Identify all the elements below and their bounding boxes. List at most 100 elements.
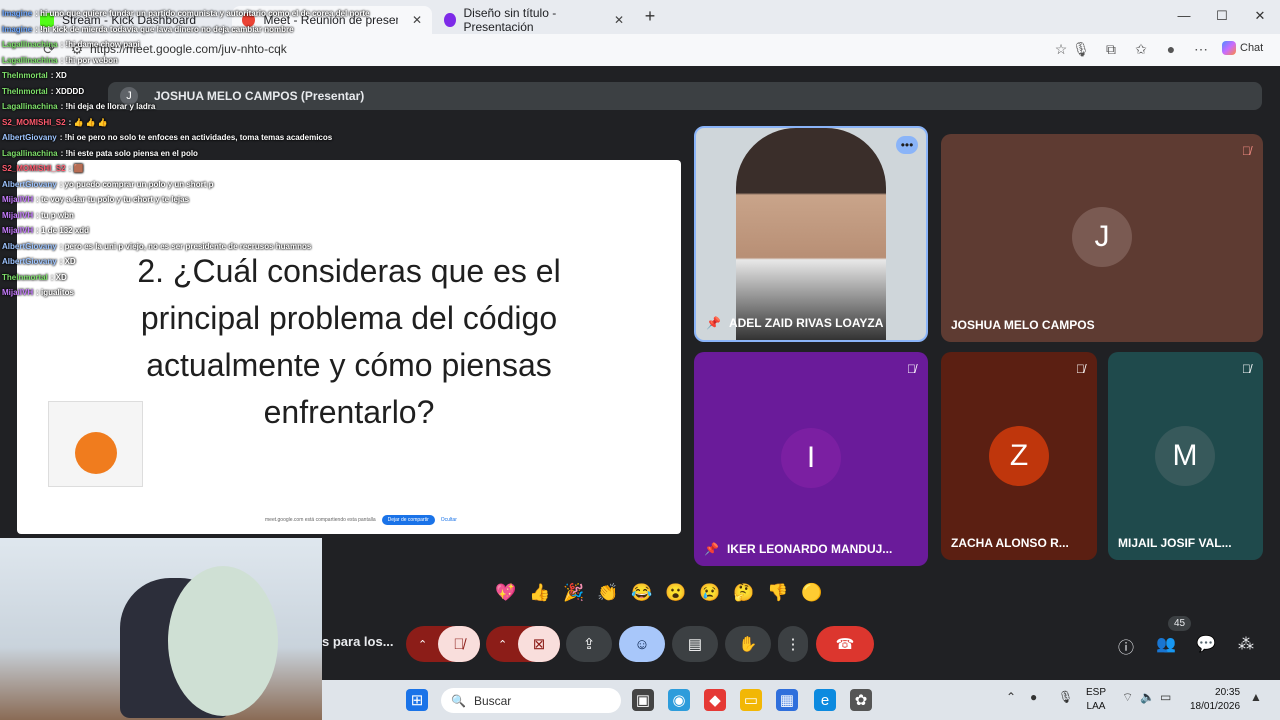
chat-username[interactable]: Imagine [2,25,32,34]
chat-username[interactable]: AlbertGiovany [2,257,57,266]
chat-username[interactable]: TheInmortal [2,273,48,282]
participant-tile-adel[interactable]: ••• 📌 ADEL ZAID RIVAS LOAYZA [694,126,928,342]
store-icon[interactable]: ▦ [776,689,798,711]
new-tab-button[interactable]: + [640,6,660,27]
maximize-button[interactable]: ☐ [1211,8,1233,24]
tile-name-row: JOSHUA MELO CAMPOS [951,318,1095,332]
reaction-heart-button[interactable]: 💖 [492,579,520,607]
reaction-clap-button[interactable]: 👏 [594,579,622,607]
participant-tile-zacha[interactable]: Z 🎙̸ ZACHA ALONSO R... [941,352,1097,560]
reaction-thinking-button[interactable]: 🤔 [730,579,758,607]
chat-text: : pero es la uni p viejo, no es ser pres… [59,241,312,251]
start-menu-icon[interactable]: ⊞ [406,689,428,711]
captions-button[interactable]: ▤ [672,626,718,662]
edge-browser-icon[interactable]: e [814,689,836,711]
copilot-chat-button[interactable]: Chat [1222,41,1263,55]
camera-toggle-button[interactable]: ⊠ [518,626,560,662]
file-explorer-icon[interactable]: ▭ [740,689,762,711]
volume-icon[interactable]: 🔈 [1140,690,1155,704]
hide-share-bar-button[interactable]: Ocultar [441,517,457,523]
battery-icon[interactable]: ▭ [1160,690,1171,704]
participant-avatar: Z [989,426,1049,486]
chat-username[interactable]: TheInmortal [2,87,48,96]
chat-username[interactable]: Lagallinachina [2,40,58,49]
chat-username[interactable]: S2_MOMISHI_S2 [2,118,66,127]
chat-message: Lagallinachina: !hi este pata solo piens… [2,146,362,162]
participant-tile-mijail[interactable]: M 🎙̸ MIJAIL JOSIF VAL... [1108,352,1263,560]
reaction-surprised-button[interactable]: 😮 [662,579,690,607]
meeting-info-icon[interactable]: ⓘ [1114,634,1138,658]
tray-mic-icon[interactable]: 🎙 [1058,690,1073,704]
reaction-sad-button[interactable]: 😢 [696,579,724,607]
chat-username[interactable]: MijailVH [2,288,33,297]
app-diamond-icon[interactable]: ◆ [704,689,726,711]
chat-text: : !hi este pata solo piensa en el polo [60,148,198,158]
participant-video [736,128,886,340]
extensions-icon[interactable]: ⧉ [1102,41,1120,58]
chat-message: TheInmortal: XD [2,68,362,84]
notification-icon[interactable]: ▲ [1250,690,1262,704]
chat-username[interactable]: Lagallinachina [2,56,58,65]
chat-username[interactable]: Imagine [2,9,32,18]
chat-username[interactable]: AlbertGiovany [2,242,57,251]
chat-username[interactable]: MijailVH [2,211,33,220]
taskbar-search[interactable]: 🔍 Buscar [441,688,621,713]
more-options-button[interactable]: ⋮ [778,626,808,662]
chat-text: : hi uno que quiere fundar un partido co… [35,9,370,18]
mic-toggle-button[interactable]: 🎙̸ [438,626,480,662]
chat-username[interactable]: AlbertGiovany [2,180,57,189]
reaction-thumbs-up-button[interactable]: 👍 [526,579,554,607]
chat-username[interactable]: MijailVH [2,226,33,235]
wifi-icon[interactable]: ⌔ [1122,690,1133,705]
close-window-button[interactable]: ✕ [1249,8,1271,24]
favorites-icon[interactable]: ✩ [1132,41,1150,58]
tab-canva-presentation[interactable]: Diseño sin título - Presentación ✕ [434,6,634,34]
activities-icon[interactable]: ⁂ [1234,634,1258,654]
screen: Stream - Kick Dashboard Meet - Reunión d… [0,0,1280,720]
chat-username[interactable]: MijailVH [2,195,33,204]
clock-date: 18/01/2026 [1190,701,1241,712]
reaction-thumbs-down-button[interactable]: 👎 [764,579,792,607]
mic-off-icon: 🎙̸ [1076,362,1085,376]
reactions-button[interactable]: ☺ [619,626,665,662]
chevron-up-icon[interactable]: ⌃ [498,638,507,651]
chat-text: : !hi oe pero no solo te enfoces en acti… [59,133,333,142]
chevron-up-icon[interactable]: ⌃ [418,638,427,651]
chat-message: MijailVH: 1 de 132 xdd [2,223,362,239]
participant-tile-joshua[interactable]: J 🎙̸ JOSHUA MELO CAMPOS [941,134,1263,342]
input-language[interactable]: ESP LAA [1086,686,1106,714]
people-icon[interactable]: 👥 [1154,634,1178,654]
reaction-party-button[interactable]: 🎉 [560,579,588,607]
chat-message: MijailVH: te voy a dar tu polo y tu chor… [2,192,362,208]
minimize-button[interactable]: — [1173,8,1195,23]
close-tab-icon[interactable]: ✕ [614,13,624,27]
more-options-icon[interactable]: ••• [896,136,918,154]
participant-tile-iker[interactable]: I 🎙̸ 📌 IKER LEONARDO MANDUJ... [694,352,928,566]
edge-icon[interactable]: ◉ [668,689,690,711]
raise-hand-button[interactable]: ✋ [725,626,771,662]
reaction-laugh-button[interactable]: 😂 [628,579,656,607]
chatgpt-icon[interactable]: ✿ [850,689,872,711]
tray-chevron-icon[interactable]: ⌃ [1006,690,1016,704]
chat-username[interactable]: Lagallinachina [2,149,58,158]
lang-primary: ESP [1086,687,1107,698]
leave-call-button[interactable]: ☎ [816,626,874,662]
tray-app-icon[interactable]: ● [1030,690,1037,704]
profile-icon[interactable]: ● [1162,41,1180,57]
chat-icon[interactable]: 💬 [1194,634,1218,654]
favorite-star-icon[interactable]: ☆ [1052,41,1070,58]
share-bar-text: meet.google.com está compartiendo esta p… [265,517,376,523]
chat-username[interactable]: TheInmortal [2,71,48,80]
present-screen-button[interactable]: ⇪ [566,626,612,662]
close-tab-icon[interactable]: ✕ [412,13,422,27]
more-menu-icon[interactable]: ⋯ [1192,41,1210,58]
stop-sharing-button[interactable]: Dejar de compartir [381,515,435,525]
tile-name-row: 📌 IKER LEONARDO MANDUJ... [704,542,892,556]
system-clock[interactable]: 20:35 18/01/2026 [1190,686,1240,714]
skin-tone-button[interactable]: 🟡 [798,579,826,607]
microphone-icon[interactable]: 🎙 [1072,41,1090,58]
task-view-icon[interactable]: ▣ [632,689,654,711]
chat-username[interactable]: S2_MOMISHI_S2 [2,164,66,173]
chat-username[interactable]: AlbertGiovany [2,133,57,142]
chat-username[interactable]: Lagallinachina [2,102,58,111]
